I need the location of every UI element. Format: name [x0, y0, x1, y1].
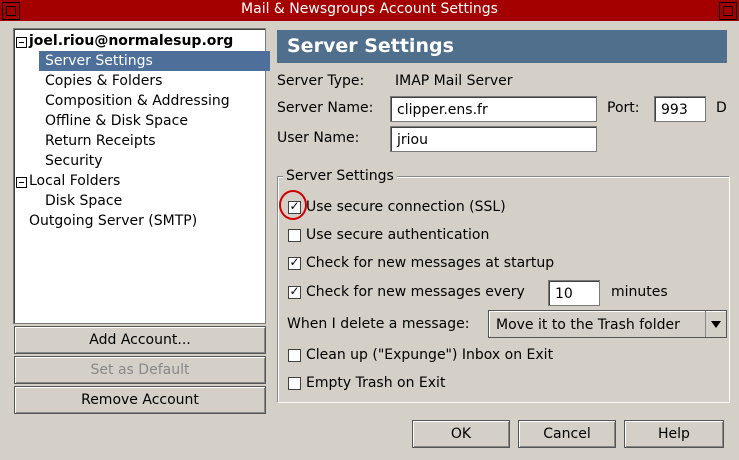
tree-item-server-settings[interactable]: Server Settings — [39, 51, 270, 71]
annotation-circle — [279, 190, 307, 220]
chevron-down-icon[interactable] — [705, 311, 726, 337]
ssl-label[interactable]: Use secure connection (SSL) — [306, 199, 506, 215]
user-name-label: User Name: — [277, 130, 360, 146]
maximize-icon[interactable] — [719, 2, 737, 20]
account-tree[interactable]: joel.riou@normalesup.org Server Settings… — [13, 28, 270, 324]
check-startup-label[interactable]: Check for new messages at startup — [306, 255, 554, 271]
secure-auth-checkbox[interactable] — [288, 229, 301, 242]
server-type-value: IMAP Mail Server — [395, 73, 513, 89]
collapse-icon[interactable] — [16, 37, 27, 48]
cancel-label: Cancel — [543, 426, 591, 442]
set-default-button[interactable]: Set as Default — [14, 356, 266, 384]
check-every-checkbox[interactable]: ✓ — [288, 284, 301, 299]
empty-trash-label[interactable]: Empty Trash on Exit — [306, 375, 445, 391]
tree-item-disk-space[interactable]: Disk Space — [45, 191, 122, 211]
help-button[interactable]: Help — [624, 420, 724, 448]
check-startup-checkbox[interactable]: ✓ — [288, 255, 301, 270]
collapse-icon[interactable] — [16, 177, 27, 188]
port-field[interactable]: 993 — [654, 96, 706, 122]
check-every-label[interactable]: Check for new messages every — [306, 284, 525, 300]
port-label: Port: — [607, 100, 640, 116]
tree-item-composition[interactable]: Composition & Addressing — [45, 91, 230, 111]
delete-label: When I delete a message: — [287, 316, 470, 332]
tree-item-outgoing-server[interactable]: Outgoing Server (SMTP) — [29, 211, 197, 231]
delete-action-select[interactable]: Move it to the Trash folder — [488, 310, 727, 338]
help-label: Help — [658, 426, 690, 442]
add-account-label: Add Account... — [89, 332, 191, 348]
check-icon: ✓ — [289, 255, 300, 269]
set-default-label: Set as Default — [90, 362, 190, 378]
window-title: Mail & Newsgroups Account Settings — [241, 1, 498, 17]
check-icon: ✓ — [289, 284, 300, 298]
cancel-button[interactable]: Cancel — [518, 420, 616, 448]
ok-button[interactable]: OK — [412, 420, 510, 448]
check-interval-field[interactable]: 10 — [548, 280, 600, 306]
server-type-label: Server Type: — [277, 73, 365, 89]
remove-account-button[interactable]: Remove Account — [14, 386, 266, 414]
group-title: Server Settings — [283, 168, 397, 184]
server-name-label: Server Name: — [277, 100, 374, 116]
tree-item-account[interactable]: joel.riou@normalesup.org — [29, 31, 233, 51]
tree-item-offline[interactable]: Offline & Disk Space — [45, 111, 188, 131]
empty-trash-checkbox[interactable] — [288, 377, 301, 390]
server-name-field[interactable]: clipper.ens.fr — [390, 96, 597, 122]
tree-item-security[interactable]: Security — [45, 151, 103, 171]
default-label: D — [716, 100, 727, 116]
expunge-checkbox[interactable] — [288, 349, 301, 362]
tree-item-return-receipts[interactable]: Return Receipts — [45, 131, 156, 151]
tree-item-local-folders[interactable]: Local Folders — [29, 171, 120, 191]
tree-item-label: Server Settings — [45, 53, 153, 69]
user-name-field[interactable]: jriou — [390, 126, 597, 152]
secure-auth-label[interactable]: Use secure authentication — [306, 227, 489, 243]
page-title: Server Settings — [277, 30, 727, 63]
ok-label: OK — [450, 426, 472, 442]
add-account-button[interactable]: Add Account... — [14, 326, 266, 354]
minutes-label: minutes — [611, 284, 668, 300]
remove-account-label: Remove Account — [81, 392, 199, 408]
delete-action-value: Move it to the Trash folder — [496, 317, 680, 333]
expunge-label[interactable]: Clean up ("Expunge") Inbox on Exit — [306, 347, 553, 363]
tree-item-copies-folders[interactable]: Copies & Folders — [45, 71, 162, 91]
title-bar[interactable]: Mail & Newsgroups Account Settings — [0, 0, 739, 21]
